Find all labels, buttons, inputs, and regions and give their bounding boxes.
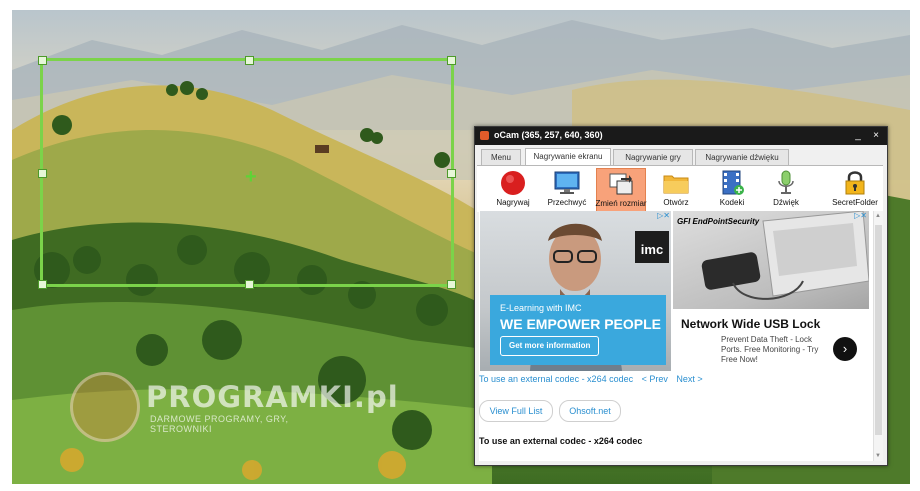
resize-handle-bottom-left[interactable] [38, 280, 47, 289]
ad-gfi[interactable]: GFI EndPointSecurity ▷✕ Network Wide USB… [673, 211, 869, 371]
watermark-title: PROGRAMKI.pl [146, 380, 399, 414]
ad-choices-icon[interactable]: ▷✕ [847, 211, 867, 221]
codec-link[interactable]: To use an external codec - x264 codec [479, 374, 633, 384]
codec-links: To use an external codec - x264 codec < … [479, 374, 709, 384]
view-full-list-button[interactable]: View Full List [479, 400, 553, 422]
ad-imc-cta-button[interactable]: Get more information [500, 336, 600, 356]
resize-label: Zmień rozmiar [595, 199, 647, 208]
monitor-icon [554, 171, 580, 194]
resize-handle-left[interactable] [38, 169, 47, 178]
scroll-down-icon[interactable]: ▼ [875, 453, 881, 459]
watermark-circle-icon [70, 372, 140, 442]
codec-section-title: To use an external codec - x264 codec [479, 436, 643, 446]
secret-folder-label: SecretFolder [832, 198, 878, 207]
open-button[interactable]: Otwórz [652, 168, 700, 210]
ocam-window: oCam (365, 257, 640, 360) _ × Menu Nagry… [474, 126, 888, 466]
ad-imc-small-text: E-Learning with IMC [500, 303, 582, 313]
tab-screen-recording[interactable]: Nagrywanie ekranu [525, 148, 611, 166]
minimize-button[interactable]: _ [851, 129, 865, 143]
ad-gfi-headline: Network Wide USB Lock [681, 317, 821, 331]
ad-gfi-description: Prevent Data Theft - Lock Ports. Free Mo… [721, 335, 819, 364]
next-link[interactable]: Next > [676, 374, 702, 384]
resize-handle-top[interactable] [245, 56, 254, 65]
film-icon [722, 170, 744, 195]
watermark-logo: PROGRAMKI.pl DARMOWE PROGRAMY, GRY, STER… [70, 372, 398, 442]
window-titlebar[interactable]: oCam (365, 257, 640, 360) _ × [475, 127, 887, 145]
ad-choices-icon[interactable]: ▷✕ [650, 211, 670, 221]
tab-audio-recording[interactable]: Nagrywanie dźwięku [695, 149, 789, 165]
ad-gfi-brand: GFI EndPointSecurity [677, 217, 760, 226]
tab-menu[interactable]: Menu [481, 149, 521, 165]
watermark-subtitle: DARMOWE PROGRAMY, GRY, STEROWNIKI [150, 414, 289, 434]
resize-handle-bottom[interactable] [245, 280, 254, 289]
scrollbar-thumb[interactable] [875, 225, 882, 435]
resize-handle-top-left[interactable] [38, 56, 47, 65]
ad-imc-logo: imc [635, 231, 669, 263]
resize-handle-top-right[interactable] [447, 56, 456, 65]
lock-icon [845, 171, 865, 195]
resize-icon [609, 173, 633, 195]
capture-region-frame[interactable]: + [38, 56, 456, 289]
ad-gfi-arrow-button[interactable]: › [833, 337, 857, 361]
close-button[interactable]: × [869, 129, 883, 143]
toolbar: Nagrywaj Przechwyć Zmień rozmiar Otwórz [477, 165, 883, 212]
sound-button[interactable]: Dźwięk [762, 168, 810, 210]
scroll-up-icon[interactable]: ▲ [875, 213, 881, 219]
prev-link[interactable]: < Prev [642, 374, 668, 384]
panel-scrollbar[interactable]: ▲ ▼ [873, 211, 883, 461]
sound-label: Dźwięk [773, 198, 799, 207]
capture-label: Przechwyć [547, 198, 587, 207]
resize-button[interactable]: Zmień rozmiar [595, 168, 647, 212]
info-panel: imc ▷✕ E-Learning with IMC WE EMPOWER PE… [479, 211, 883, 461]
record-icon [501, 171, 525, 195]
codecs-button[interactable]: Kodeki [708, 168, 756, 210]
microphone-icon [778, 170, 794, 194]
window-title: oCam (365, 257, 640, 360) [494, 130, 603, 140]
folder-icon [663, 175, 689, 194]
record-label: Nagrywaj [496, 198, 530, 207]
tab-game-recording[interactable]: Nagrywanie gry [613, 149, 693, 165]
capture-button[interactable]: Przechwyć [543, 168, 591, 210]
secret-folder-button[interactable]: SecretFolder [831, 168, 879, 210]
record-button[interactable]: Nagrywaj [489, 168, 537, 210]
ohsoft-link-button[interactable]: Ohsoft.net [559, 400, 621, 422]
ad-imc[interactable]: imc ▷✕ E-Learning with IMC WE EMPOWER PE… [480, 211, 671, 371]
resize-handle-right[interactable] [447, 169, 456, 178]
open-label: Otwórz [663, 198, 689, 207]
app-icon [480, 131, 489, 140]
resize-handle-bottom-right[interactable] [447, 280, 456, 289]
ad-imc-headline: WE EMPOWER PEOPLE [500, 316, 662, 332]
move-crosshair-icon[interactable]: + [245, 167, 257, 187]
codecs-label: Kodeki [719, 198, 745, 207]
